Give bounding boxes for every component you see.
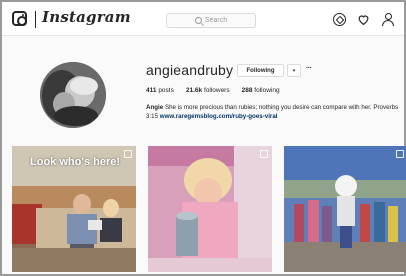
- search-placeholder: Search: [204, 17, 228, 24]
- chevron-down-icon[interactable]: ▾: [287, 64, 301, 77]
- search-input[interactable]: Search: [166, 13, 256, 28]
- post-caption: Look who's here!: [30, 156, 121, 168]
- multi-photo-icon: [396, 150, 404, 158]
- logo-divider: [35, 11, 36, 28]
- person-icon[interactable]: [381, 13, 394, 26]
- multi-photo-icon: [124, 150, 132, 158]
- multi-photo-icon: [260, 150, 268, 158]
- post-tile[interactable]: Look who's here!: [12, 146, 136, 272]
- post-photo: [284, 146, 406, 272]
- post-photo: [148, 146, 272, 272]
- profile-stats: 411 posts 21.6k followers 288 following: [146, 87, 280, 94]
- bio-link[interactable]: www.raregemsblog.com/ruby-goes-viral: [160, 113, 278, 120]
- more-options-icon[interactable]: ···: [306, 65, 312, 72]
- profile-bio: Angie She is more precious than rubies; …: [146, 103, 402, 121]
- followers-count[interactable]: 21.6k followers: [186, 87, 230, 94]
- avatar-photo: [40, 62, 106, 128]
- profile-username: angieandruby: [146, 62, 234, 78]
- post-tile[interactable]: [284, 146, 406, 272]
- top-nav-bar: Instagram Search: [2, 2, 404, 36]
- posts-count: 411 posts: [146, 87, 174, 94]
- instagram-wordmark[interactable]: Instagram: [42, 8, 131, 26]
- avatar: [40, 62, 106, 128]
- instagram-camera-icon[interactable]: [12, 11, 27, 26]
- heart-icon[interactable]: [357, 13, 370, 26]
- post-tile[interactable]: [148, 146, 272, 272]
- following-count[interactable]: 288 following: [242, 87, 280, 94]
- compass-icon[interactable]: [333, 13, 346, 26]
- following-button[interactable]: Following: [237, 64, 284, 77]
- nav-icons: [333, 13, 394, 26]
- bio-name: Angie: [146, 104, 164, 111]
- search-icon: [194, 17, 202, 24]
